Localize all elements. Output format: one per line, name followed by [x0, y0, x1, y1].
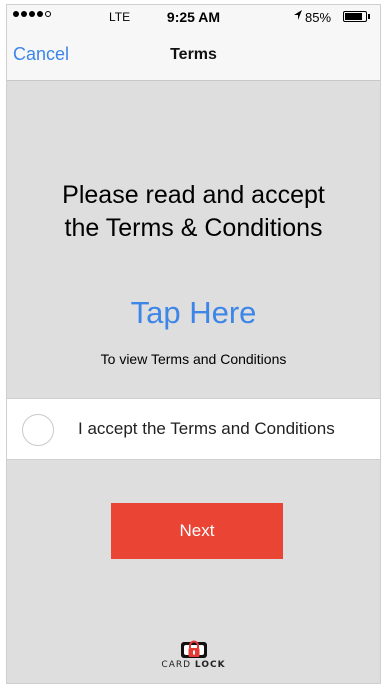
- card-lock-icon: [180, 640, 207, 658]
- battery-icon: [343, 11, 367, 22]
- navigation-bar: Cancel Terms: [7, 29, 380, 81]
- page-title: Terms: [170, 46, 217, 63]
- accept-radio-button[interactable]: [22, 414, 54, 446]
- tap-here-link[interactable]: Tap Here: [7, 295, 380, 331]
- accept-terms-label: I accept the Terms and Conditions: [78, 419, 335, 438]
- phone-screen: LTE 9:25 AM 85% Cancel Terms Please read…: [6, 4, 381, 684]
- view-terms-hint: To view Terms and Conditions: [100, 351, 287, 367]
- location-arrow-icon: [293, 9, 303, 24]
- next-button[interactable]: Next: [111, 503, 283, 559]
- status-bar: LTE 9:25 AM 85%: [7, 5, 380, 29]
- heading-line-1: Please read and accept: [62, 181, 325, 209]
- card-lock-logo: CARD LOCK: [7, 639, 380, 670]
- heading-line-2: the Terms & Conditions: [64, 214, 323, 242]
- terms-heading: Please read and accept the Terms & Condi…: [7, 179, 380, 245]
- accept-terms-row[interactable]: I accept the Terms and Conditions: [7, 398, 380, 460]
- battery-tip: [368, 14, 370, 19]
- battery-percent: 85%: [305, 10, 332, 25]
- logo-wordmark: CARD LOCK: [161, 660, 226, 670]
